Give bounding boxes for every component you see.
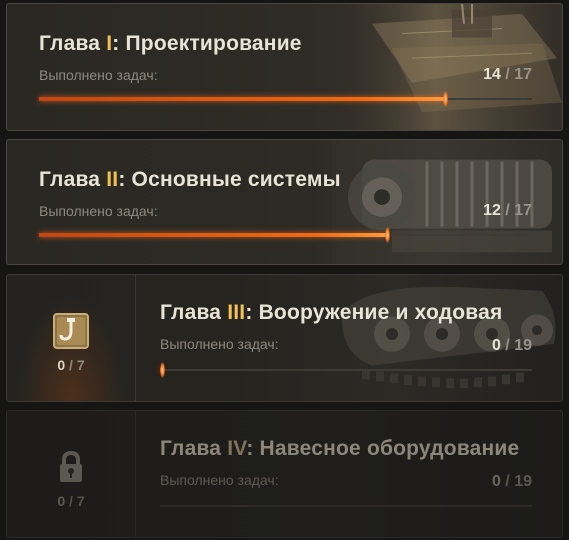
chapter-title: Глава I: Проектирование (39, 32, 302, 56)
tasks-label: Выполнено задач: (39, 67, 158, 83)
chapter-numeral: III (227, 301, 246, 324)
progress-fill (39, 91, 448, 107)
chapter-prefix: Глава (39, 32, 107, 55)
chapter-prefix: Глава (160, 301, 228, 324)
chapter-name: : Вооружение и ходовая (245, 301, 503, 324)
tasks-total: 17 (514, 66, 532, 83)
reward-separator: / (65, 493, 77, 509)
chapter-title: Глава IV: Навесное оборудование (160, 437, 519, 461)
chapter-title: Глава III: Вооружение и ходовая (160, 301, 502, 325)
tasks-label: Выполнено задач: (160, 336, 279, 352)
progress-track (160, 505, 532, 507)
reward-done: 0 (57, 493, 66, 509)
chapter-title: Глава II: Основные системы (39, 168, 341, 192)
chapter-card-1[interactable]: Глава I: Проектирование Выполнено задач:… (6, 3, 563, 131)
chapter-numeral: IV (227, 437, 247, 460)
chapter-name: : Проектирование (112, 32, 302, 55)
chapter-card-3[interactable]: 0 / 7 Глава III: Вооружение и ходовая Вы… (6, 274, 563, 402)
tasks-total: 17 (514, 202, 532, 219)
progress-track (39, 227, 532, 243)
tasks-done: 0 (491, 473, 501, 490)
tasks-count: 0 / 19 (492, 337, 532, 355)
reward-done: 0 (57, 357, 66, 373)
chapter-prefix: Глава (39, 168, 107, 191)
tasks-separator: / (500, 337, 515, 354)
tasks-separator: / (500, 202, 515, 219)
chapter-name: : Основные системы (118, 168, 341, 191)
reward-count: 0 / 7 (7, 357, 135, 373)
chapter-card-4[interactable]: 0 / 7 Глава IV: Навесное оборудование Вы… (6, 410, 563, 538)
tasks-separator: / (500, 473, 515, 490)
progress-track (39, 91, 532, 107)
tasks-count: 0 / 19 (492, 473, 532, 491)
reward-total: 7 (76, 493, 85, 509)
crane-hook-icon (53, 313, 89, 349)
tasks-total: 19 (514, 337, 532, 354)
tasks-done: 12 (483, 202, 501, 219)
progress-track (160, 362, 532, 378)
chapter-name: : Навесное оборудование (246, 437, 520, 460)
reward-separator: / (65, 357, 77, 373)
chapter-card-2[interactable]: Глава II: Основные системы Выполнено зад… (6, 139, 563, 265)
tasks-done: 14 (483, 66, 501, 83)
reward-panel: 0 / 7 (7, 275, 136, 401)
lock-icon (53, 449, 89, 485)
chapter-prefix: Глава (160, 437, 228, 460)
tasks-total: 19 (514, 473, 532, 490)
progress-fill (39, 227, 390, 243)
reward-total: 7 (76, 357, 85, 373)
reward-count: 0 / 7 (7, 493, 135, 509)
progress-fill (160, 362, 165, 378)
tasks-count: 14 / 17 (483, 66, 532, 84)
tasks-label: Выполнено задач: (39, 203, 158, 219)
tasks-done: 0 (491, 337, 501, 354)
tasks-label: Выполнено задач: (160, 472, 279, 488)
tasks-count: 12 / 17 (483, 202, 532, 220)
reward-panel: 0 / 7 (7, 411, 136, 537)
tasks-separator: / (500, 66, 515, 83)
chapter-numeral: II (106, 168, 119, 191)
